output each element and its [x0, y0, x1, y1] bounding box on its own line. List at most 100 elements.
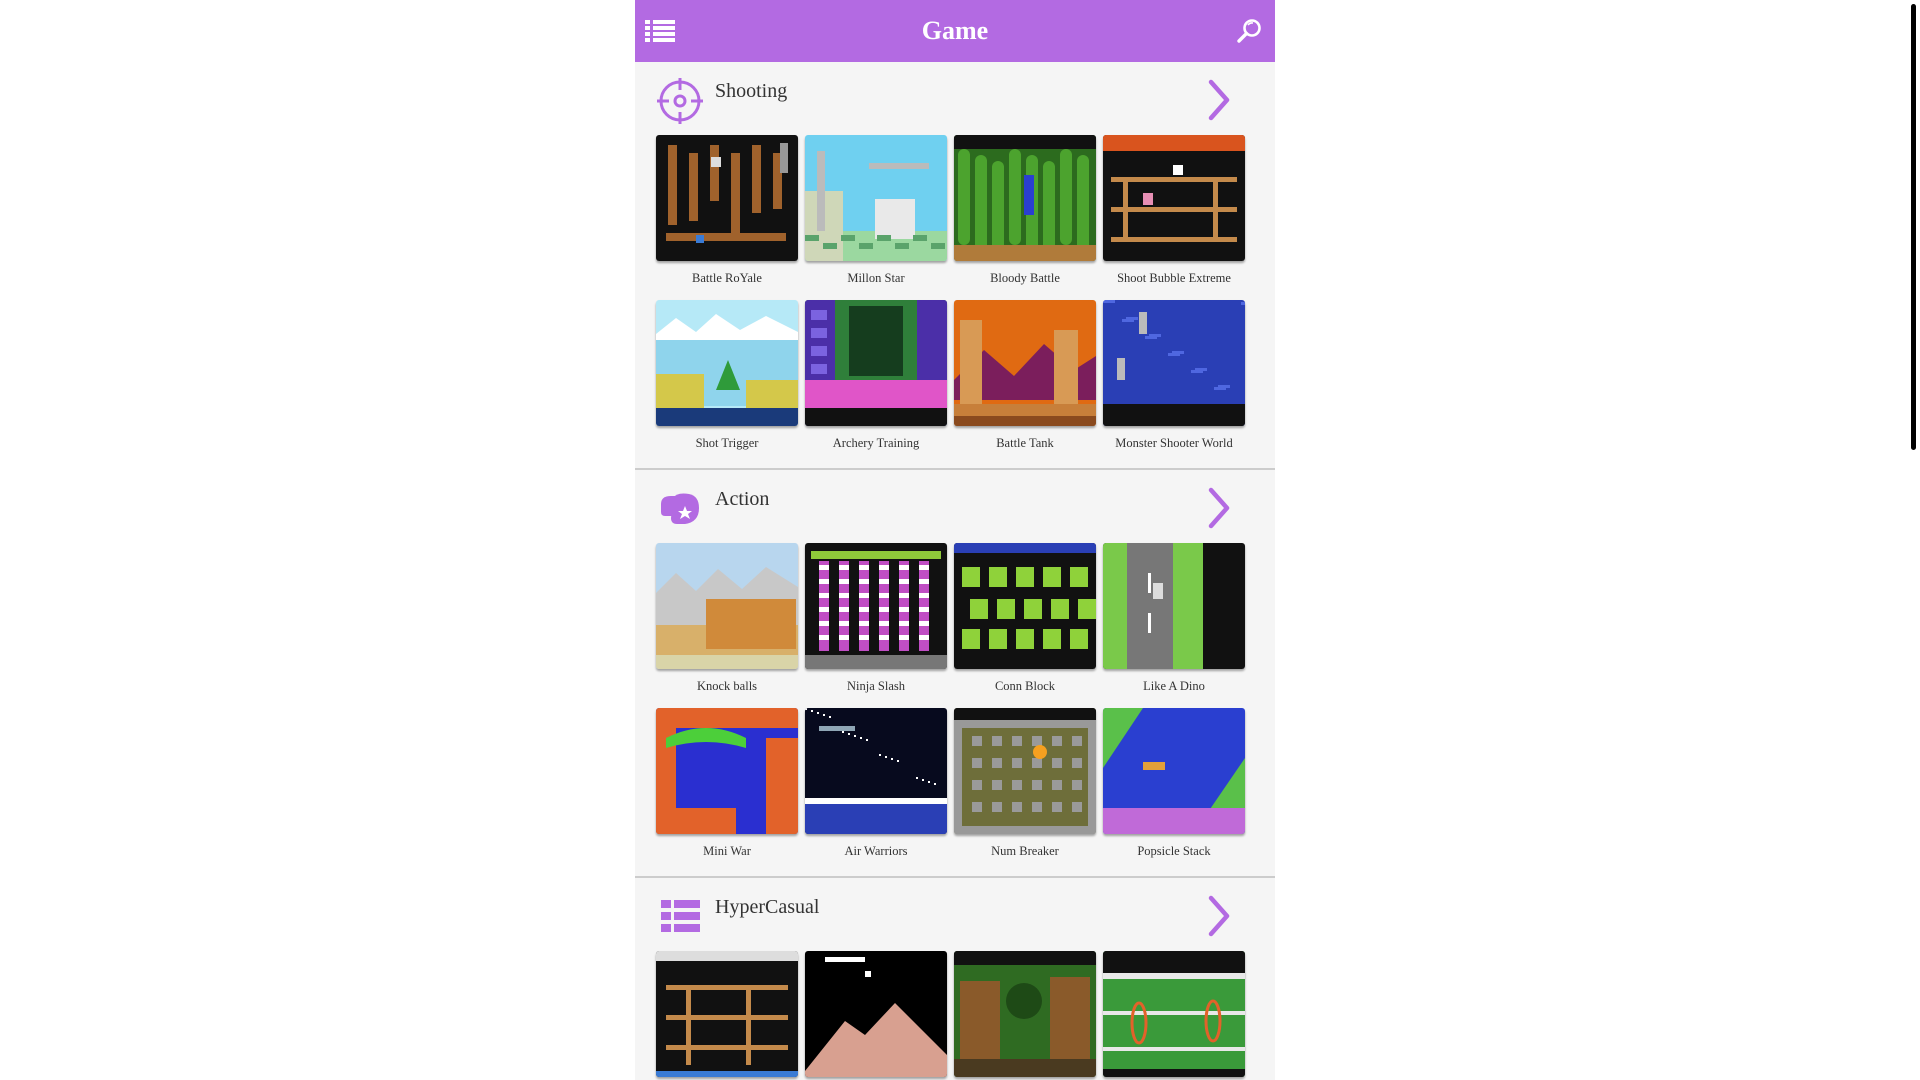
page-title: Game — [921, 16, 989, 45]
game-thumbnail[interactable] — [954, 300, 1096, 426]
section-header: Action — [635, 470, 1275, 540]
game-thumbnail-art — [656, 951, 798, 1077]
top-bar: Game — [635, 0, 1275, 62]
game-card[interactable] — [1103, 951, 1245, 1080]
section-title: HyperCasual — [715, 896, 820, 918]
game-title[interactable]: Millon Star — [805, 271, 947, 287]
game-card[interactable]: Shoot Bubble Extreme — [1103, 135, 1245, 287]
game-thumbnail[interactable] — [656, 543, 798, 669]
game-card[interactable]: Air Warriors — [805, 708, 947, 860]
game-card[interactable]: Popsicle Stack — [1103, 708, 1245, 860]
game-thumbnail-art — [656, 543, 798, 669]
game-card[interactable]: Monster Shooter World — [1103, 300, 1245, 452]
game-title[interactable]: Knock balls — [656, 679, 798, 695]
game-thumbnail[interactable] — [805, 708, 947, 834]
chevron-right-icon[interactable] — [1205, 894, 1233, 938]
game-card[interactable] — [656, 951, 798, 1080]
game-title[interactable]: Ninja Slash — [805, 679, 947, 695]
game-card[interactable]: Archery Training — [805, 300, 947, 452]
game-thumbnail-art — [805, 543, 947, 669]
list-menu-icon[interactable] — [645, 19, 675, 43]
grid-list-icon — [655, 892, 705, 942]
game-title[interactable]: Shot Trigger — [656, 436, 798, 452]
game-grid — [635, 948, 1275, 1080]
game-thumbnail[interactable] — [1103, 708, 1245, 834]
game-thumbnail[interactable] — [805, 300, 947, 426]
game-thumbnail[interactable] — [805, 543, 947, 669]
search-icon[interactable] — [1237, 18, 1263, 44]
game-title[interactable]: Archery Training — [805, 436, 947, 452]
game-thumbnail[interactable] — [954, 543, 1096, 669]
game-card[interactable]: Bloody Battle — [954, 135, 1096, 287]
game-thumbnail-art — [954, 951, 1096, 1077]
game-thumbnail[interactable] — [954, 951, 1096, 1077]
game-grid: Battle RoYale Millon Star Bloody Battle … — [635, 132, 1275, 468]
game-thumbnail[interactable] — [656, 951, 798, 1077]
game-thumbnail[interactable] — [1103, 543, 1245, 669]
game-thumbnail[interactable] — [954, 708, 1096, 834]
game-title[interactable]: Battle RoYale — [656, 271, 798, 287]
chevron-right-icon[interactable] — [1205, 78, 1233, 122]
game-thumbnail-art — [954, 708, 1096, 834]
game-card[interactable]: Conn Block — [954, 543, 1096, 695]
section-shooting: Shooting Battle RoYale Millon Star Blood… — [635, 62, 1275, 470]
game-card[interactable] — [805, 951, 947, 1080]
game-card[interactable]: Millon Star — [805, 135, 947, 287]
game-thumbnail-art — [954, 300, 1096, 426]
game-thumbnail-art — [656, 708, 798, 834]
game-thumbnail[interactable] — [656, 135, 798, 261]
game-thumbnail-art — [1103, 543, 1245, 669]
section-header: Shooting — [635, 62, 1275, 132]
game-thumbnail[interactable] — [656, 300, 798, 426]
page-scrollbar[interactable] — [1904, 0, 1920, 1080]
section-action: Action Knock balls Ninja Slash Conn Bloc… — [635, 470, 1275, 878]
game-thumbnail-art — [805, 951, 947, 1077]
game-title[interactable]: Battle Tank — [954, 436, 1096, 452]
section-title: Action — [715, 488, 770, 510]
game-title[interactable]: Conn Block — [954, 679, 1096, 695]
game-card[interactable] — [954, 951, 1096, 1080]
game-thumbnail[interactable] — [1103, 300, 1245, 426]
game-thumbnail-art — [656, 135, 798, 261]
game-title[interactable]: Monster Shooter World — [1103, 436, 1245, 452]
game-title[interactable]: Num Breaker — [954, 844, 1096, 860]
game-thumbnail-art — [805, 135, 947, 261]
game-thumbnail-art — [1103, 951, 1245, 1077]
section-hypercasual: HyperCasual — [635, 878, 1275, 1080]
game-card[interactable]: Knock balls — [656, 543, 798, 695]
game-title[interactable]: Bloody Battle — [954, 271, 1096, 287]
game-card[interactable]: Mini War — [656, 708, 798, 860]
game-thumbnail-art — [1103, 135, 1245, 261]
game-card[interactable]: Ninja Slash — [805, 543, 947, 695]
game-thumbnail[interactable] — [954, 135, 1096, 261]
app-window: Game Shooting Battle RoYale Millon Star … — [635, 0, 1275, 1080]
game-thumbnail-art — [805, 708, 947, 834]
game-grid: Knock balls Ninja Slash Conn Block Like … — [635, 540, 1275, 876]
game-card[interactable]: Like A Dino — [1103, 543, 1245, 695]
game-title[interactable]: Air Warriors — [805, 844, 947, 860]
game-card[interactable]: Battle RoYale — [656, 135, 798, 287]
game-card[interactable]: Shot Trigger — [656, 300, 798, 452]
game-thumbnail[interactable] — [1103, 951, 1245, 1077]
game-thumbnail-art — [954, 135, 1096, 261]
scrollbar-thumb[interactable] — [1911, 4, 1916, 450]
game-thumbnail-art — [656, 300, 798, 426]
crosshair-icon — [655, 76, 705, 126]
game-thumbnail-art — [1103, 708, 1245, 834]
game-title[interactable]: Mini War — [656, 844, 798, 860]
game-thumbnail[interactable] — [805, 951, 947, 1077]
game-card[interactable]: Battle Tank — [954, 300, 1096, 452]
chevron-right-icon[interactable] — [1205, 486, 1233, 530]
game-thumbnail[interactable] — [1103, 135, 1245, 261]
game-title[interactable]: Shoot Bubble Extreme — [1103, 271, 1245, 287]
game-title[interactable]: Popsicle Stack — [1103, 844, 1245, 860]
game-thumbnail-art — [1103, 300, 1245, 426]
section-title: Shooting — [715, 80, 788, 102]
section-header: HyperCasual — [635, 878, 1275, 948]
game-thumbnail[interactable] — [656, 708, 798, 834]
game-title[interactable]: Like A Dino — [1103, 679, 1245, 695]
game-card[interactable]: Num Breaker — [954, 708, 1096, 860]
game-thumbnail-art — [954, 543, 1096, 669]
game-thumbnail[interactable] — [805, 135, 947, 261]
game-thumbnail-art — [805, 300, 947, 426]
